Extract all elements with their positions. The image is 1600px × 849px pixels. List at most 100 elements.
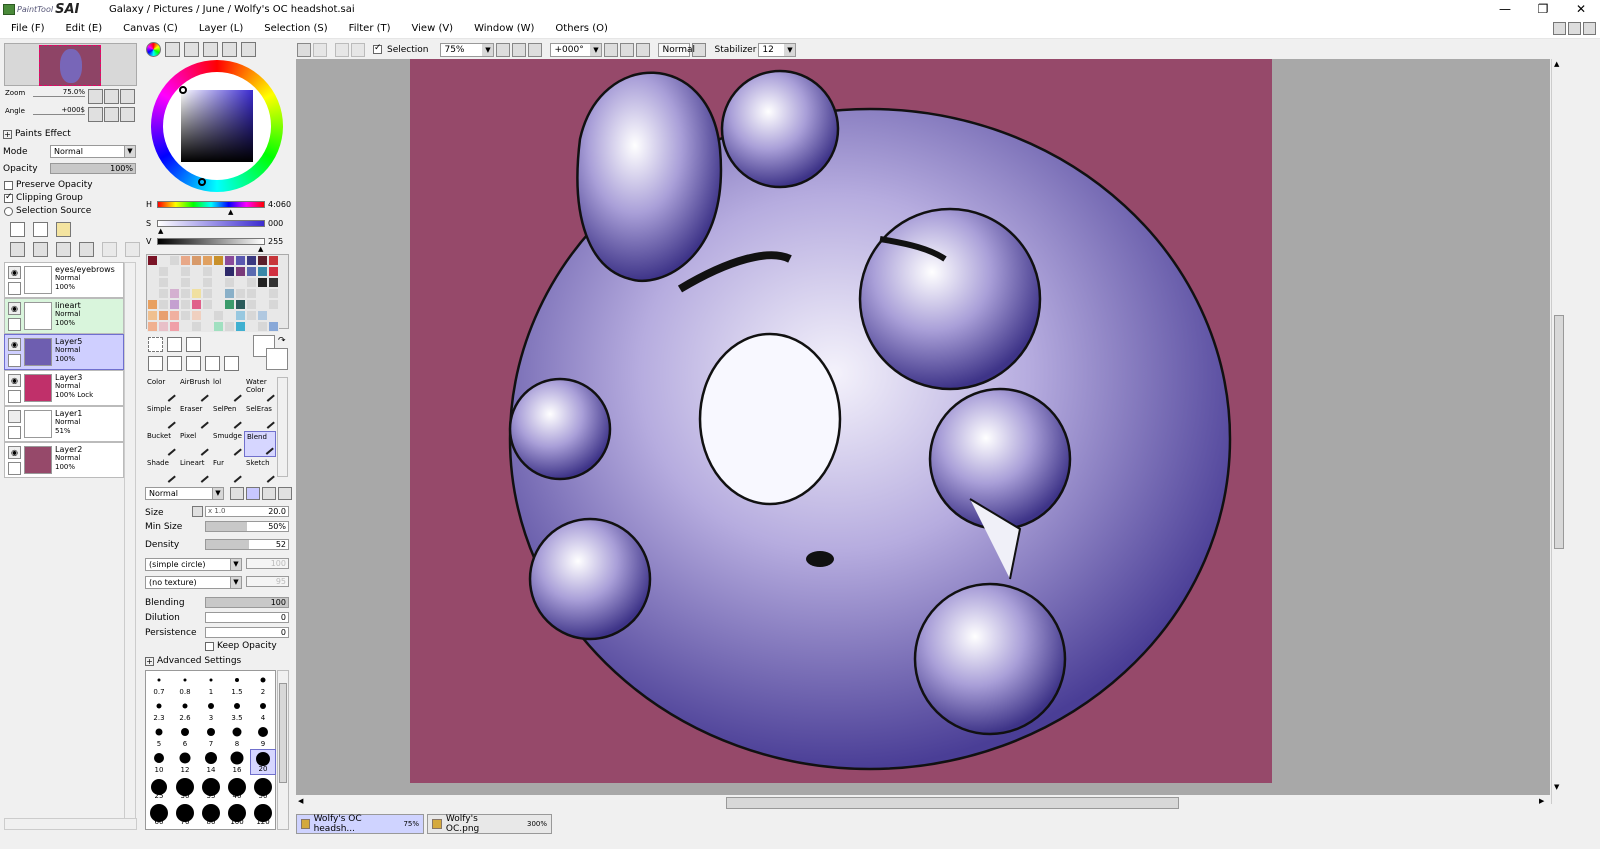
- color-swatch[interactable]: [246, 299, 257, 310]
- keep-opacity-option[interactable]: Keep Opacity: [205, 641, 277, 651]
- angle-field[interactable]: +000° ▼: [550, 42, 603, 57]
- brush-size-cell[interactable]: 7: [198, 723, 224, 749]
- delete-layer-icon[interactable]: [79, 242, 94, 257]
- new-linework-layer-icon[interactable]: [33, 222, 48, 237]
- color-swatch[interactable]: [202, 310, 213, 321]
- brush-grid-scrollbar[interactable]: [277, 670, 289, 830]
- clipping-group-option[interactable]: Clipping Group: [4, 192, 83, 203]
- color-swatch[interactable]: [257, 299, 268, 310]
- tool-sketch[interactable]: Sketch: [244, 458, 276, 484]
- scroll-left-icon[interactable]: ◀: [298, 797, 303, 805]
- color-swatch[interactable]: [224, 310, 235, 321]
- brush-texture-strength[interactable]: 95: [246, 576, 289, 587]
- layer-hscrollbar[interactable]: [4, 818, 137, 830]
- blending-slider[interactable]: 100: [205, 597, 289, 608]
- color-swatch[interactable]: [202, 321, 213, 332]
- zoom-reset-button[interactable]: [120, 89, 135, 104]
- layer-item[interactable]: ◉ Layer3 Normal 100% Lock: [4, 370, 124, 406]
- tool-bucket[interactable]: Bucket: [145, 431, 177, 457]
- color-swatch[interactable]: [180, 266, 191, 277]
- tool-simple[interactable]: Simple: [145, 404, 177, 430]
- tool-eraser[interactable]: Eraser: [178, 404, 210, 430]
- color-swatch[interactable]: [169, 277, 180, 288]
- color-swatch[interactable]: [235, 299, 246, 310]
- color-swatch[interactable]: [169, 266, 180, 277]
- color-swatch[interactable]: [191, 266, 202, 277]
- zoom-out-toolbar-button[interactable]: [496, 42, 511, 57]
- document-tab[interactable]: Wolfy's OC headsh... 75%: [296, 814, 424, 834]
- color-swatch[interactable]: [213, 255, 224, 266]
- dilution-slider[interactable]: 0: [205, 612, 289, 623]
- color-swatch[interactable]: [257, 288, 268, 299]
- deselect-button[interactable]: [335, 42, 349, 57]
- advanced-settings-header[interactable]: + Advanced Settings: [145, 656, 241, 666]
- brush-size-cell[interactable]: 40: [224, 775, 250, 801]
- brush-size-cell[interactable]: 14: [198, 749, 224, 775]
- brush-size-cell[interactable]: 2: [250, 671, 276, 697]
- color-swatch[interactable]: [268, 310, 279, 321]
- rotate-icon[interactable]: [186, 356, 201, 371]
- color-swatch[interactable]: [191, 288, 202, 299]
- color-swatch[interactable]: [257, 277, 268, 288]
- horizontal-scroll-thumb[interactable]: [726, 797, 1179, 809]
- new-layer-icon[interactable]: [10, 222, 25, 237]
- layer-item[interactable]: Layer1 Normal 51%: [4, 406, 124, 442]
- canvas-vertical-scrollbar[interactable]: ▲ ▼: [1551, 59, 1565, 804]
- color-mixer-tab-icon[interactable]: [203, 42, 218, 57]
- mdi-restore-button[interactable]: [1568, 22, 1581, 35]
- menu-file[interactable]: File (F): [0, 23, 54, 34]
- apply-mask-icon[interactable]: [102, 242, 117, 257]
- preserve-opacity-checkbox[interactable]: [4, 180, 13, 190]
- brush-size-cell[interactable]: 8: [224, 723, 250, 749]
- layer-scrollbar[interactable]: [124, 262, 136, 830]
- tool-shade[interactable]: Shade: [145, 458, 177, 484]
- color-swatch[interactable]: [213, 310, 224, 321]
- brush-mode-select[interactable]: Normal ▼: [145, 487, 224, 500]
- rotate-reset-toolbar-button[interactable]: [636, 42, 651, 57]
- rotate-ccw-toolbar-button[interactable]: [604, 42, 619, 57]
- color-swatch[interactable]: [224, 277, 235, 288]
- color-swatch[interactable]: [246, 266, 257, 277]
- undo-button[interactable]: [297, 42, 311, 57]
- magic-wand-icon[interactable]: [186, 337, 201, 352]
- color-swatch[interactable]: [158, 255, 169, 266]
- selection-checkbox[interactable]: [373, 43, 382, 54]
- brush-size-cell[interactable]: 12: [172, 749, 198, 775]
- brush-size-cell[interactable]: 80: [198, 801, 224, 827]
- color-swatch[interactable]: [268, 266, 279, 277]
- zoom-value[interactable]: 75.0%: [33, 88, 85, 97]
- color-swatch[interactable]: [224, 321, 235, 332]
- brush-size-cell[interactable]: 4: [250, 697, 276, 723]
- color-swatch[interactable]: [158, 277, 169, 288]
- color-wheel[interactable]: [151, 60, 283, 192]
- hue-handle[interactable]: [198, 178, 206, 186]
- color-swatch[interactable]: [191, 255, 202, 266]
- lasso-icon[interactable]: [167, 337, 182, 352]
- color-swatch[interactable]: [235, 266, 246, 277]
- color-swatch[interactable]: [158, 321, 169, 332]
- color-swatch[interactable]: [246, 288, 257, 299]
- brush-size-cell[interactable]: 25: [146, 775, 172, 801]
- brush-size-cell[interactable]: 2.6: [172, 697, 198, 723]
- color-swatch[interactable]: [169, 255, 180, 266]
- brush-size-cell[interactable]: 5: [146, 723, 172, 749]
- eye-icon[interactable]: ◉: [8, 446, 21, 459]
- zoom-field[interactable]: 75% ▼: [440, 42, 495, 57]
- brush-shape-strength[interactable]: 100: [246, 558, 289, 569]
- color-swatch[interactable]: [191, 299, 202, 310]
- color-swatch[interactable]: [268, 277, 279, 288]
- color-swatch[interactable]: [180, 299, 191, 310]
- color-swatch[interactable]: [169, 310, 180, 321]
- menu-edit[interactable]: Edit (E): [54, 23, 112, 34]
- color-swatch[interactable]: [235, 321, 246, 332]
- color-wheel-tab-icon[interactable]: [146, 42, 161, 57]
- density-slider[interactable]: 52: [205, 539, 289, 550]
- redo-button[interactable]: [313, 42, 327, 57]
- mode-select[interactable]: Normal ▼: [50, 145, 136, 158]
- swatches-tab-icon[interactable]: [222, 42, 237, 57]
- rgb-slider-tab-icon[interactable]: [165, 42, 180, 57]
- pen-icon[interactable]: [8, 318, 21, 331]
- color-swatch[interactable]: [158, 288, 169, 299]
- hue-slider[interactable]: ▲: [157, 201, 265, 216]
- clear-layer-icon[interactable]: [56, 242, 71, 257]
